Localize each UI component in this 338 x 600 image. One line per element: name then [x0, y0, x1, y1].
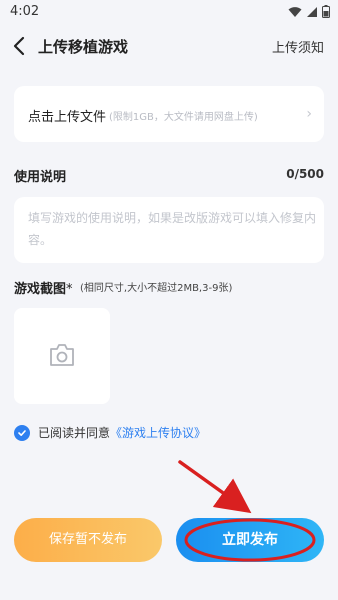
back-arrow-icon[interactable]: [10, 34, 30, 58]
wifi-icon: [288, 6, 302, 17]
annotation-arrow: [178, 460, 252, 514]
description-input[interactable]: 填写游戏的使用说明，如果是改版游戏可以填入修复内容。: [14, 197, 324, 263]
page-title: 上传移植游戏: [38, 38, 129, 56]
agreement-checkbox[interactable]: [14, 424, 30, 441]
screenshots-label: 游戏截图*: [14, 278, 73, 297]
description-label: 使用说明: [14, 170, 67, 185]
status-icons: [288, 5, 330, 18]
upload-size-hint: (限制1GB，大文件请用网盘上传): [109, 112, 258, 123]
status-time: 4:02: [10, 4, 40, 19]
upload-notice-link[interactable]: 上传须知: [272, 37, 324, 56]
publish-button[interactable]: 立即发布: [176, 518, 324, 562]
description-counter: 0/500: [286, 167, 324, 181]
description-placeholder: 填写游戏的使用说明，如果是改版游戏可以填入修复内容。: [28, 211, 317, 247]
check-icon: [18, 429, 26, 436]
battery-icon: [322, 5, 330, 18]
nav-bar: 上传移植游戏 上传须知: [0, 24, 338, 68]
agreement-text: 已阅读并同意: [38, 426, 111, 440]
agreement-link[interactable]: 《游戏上传协议》: [110, 424, 206, 441]
upload-file-row[interactable]: 点击上传文件 (限制1GB，大文件请用网盘上传) ›: [14, 86, 324, 142]
save-draft-button[interactable]: 保存暂不发布: [14, 518, 162, 562]
screenshots-label-text: 游戏截图: [14, 282, 67, 297]
upload-file-label: 点击上传文件: [28, 110, 107, 125]
camera-icon: [50, 344, 74, 366]
status-bar: 4:02: [0, 0, 338, 24]
chevron-right-icon: ›: [306, 106, 312, 122]
signal-icon: [307, 6, 317, 17]
agreement-row: 已阅读并同意 《游戏上传协议》: [14, 424, 206, 441]
screenshots-hint: (相同尺寸,大小不超过2MB,3-9张): [80, 283, 233, 294]
required-mark: *: [66, 282, 73, 297]
add-screenshot-button[interactable]: [14, 308, 110, 404]
